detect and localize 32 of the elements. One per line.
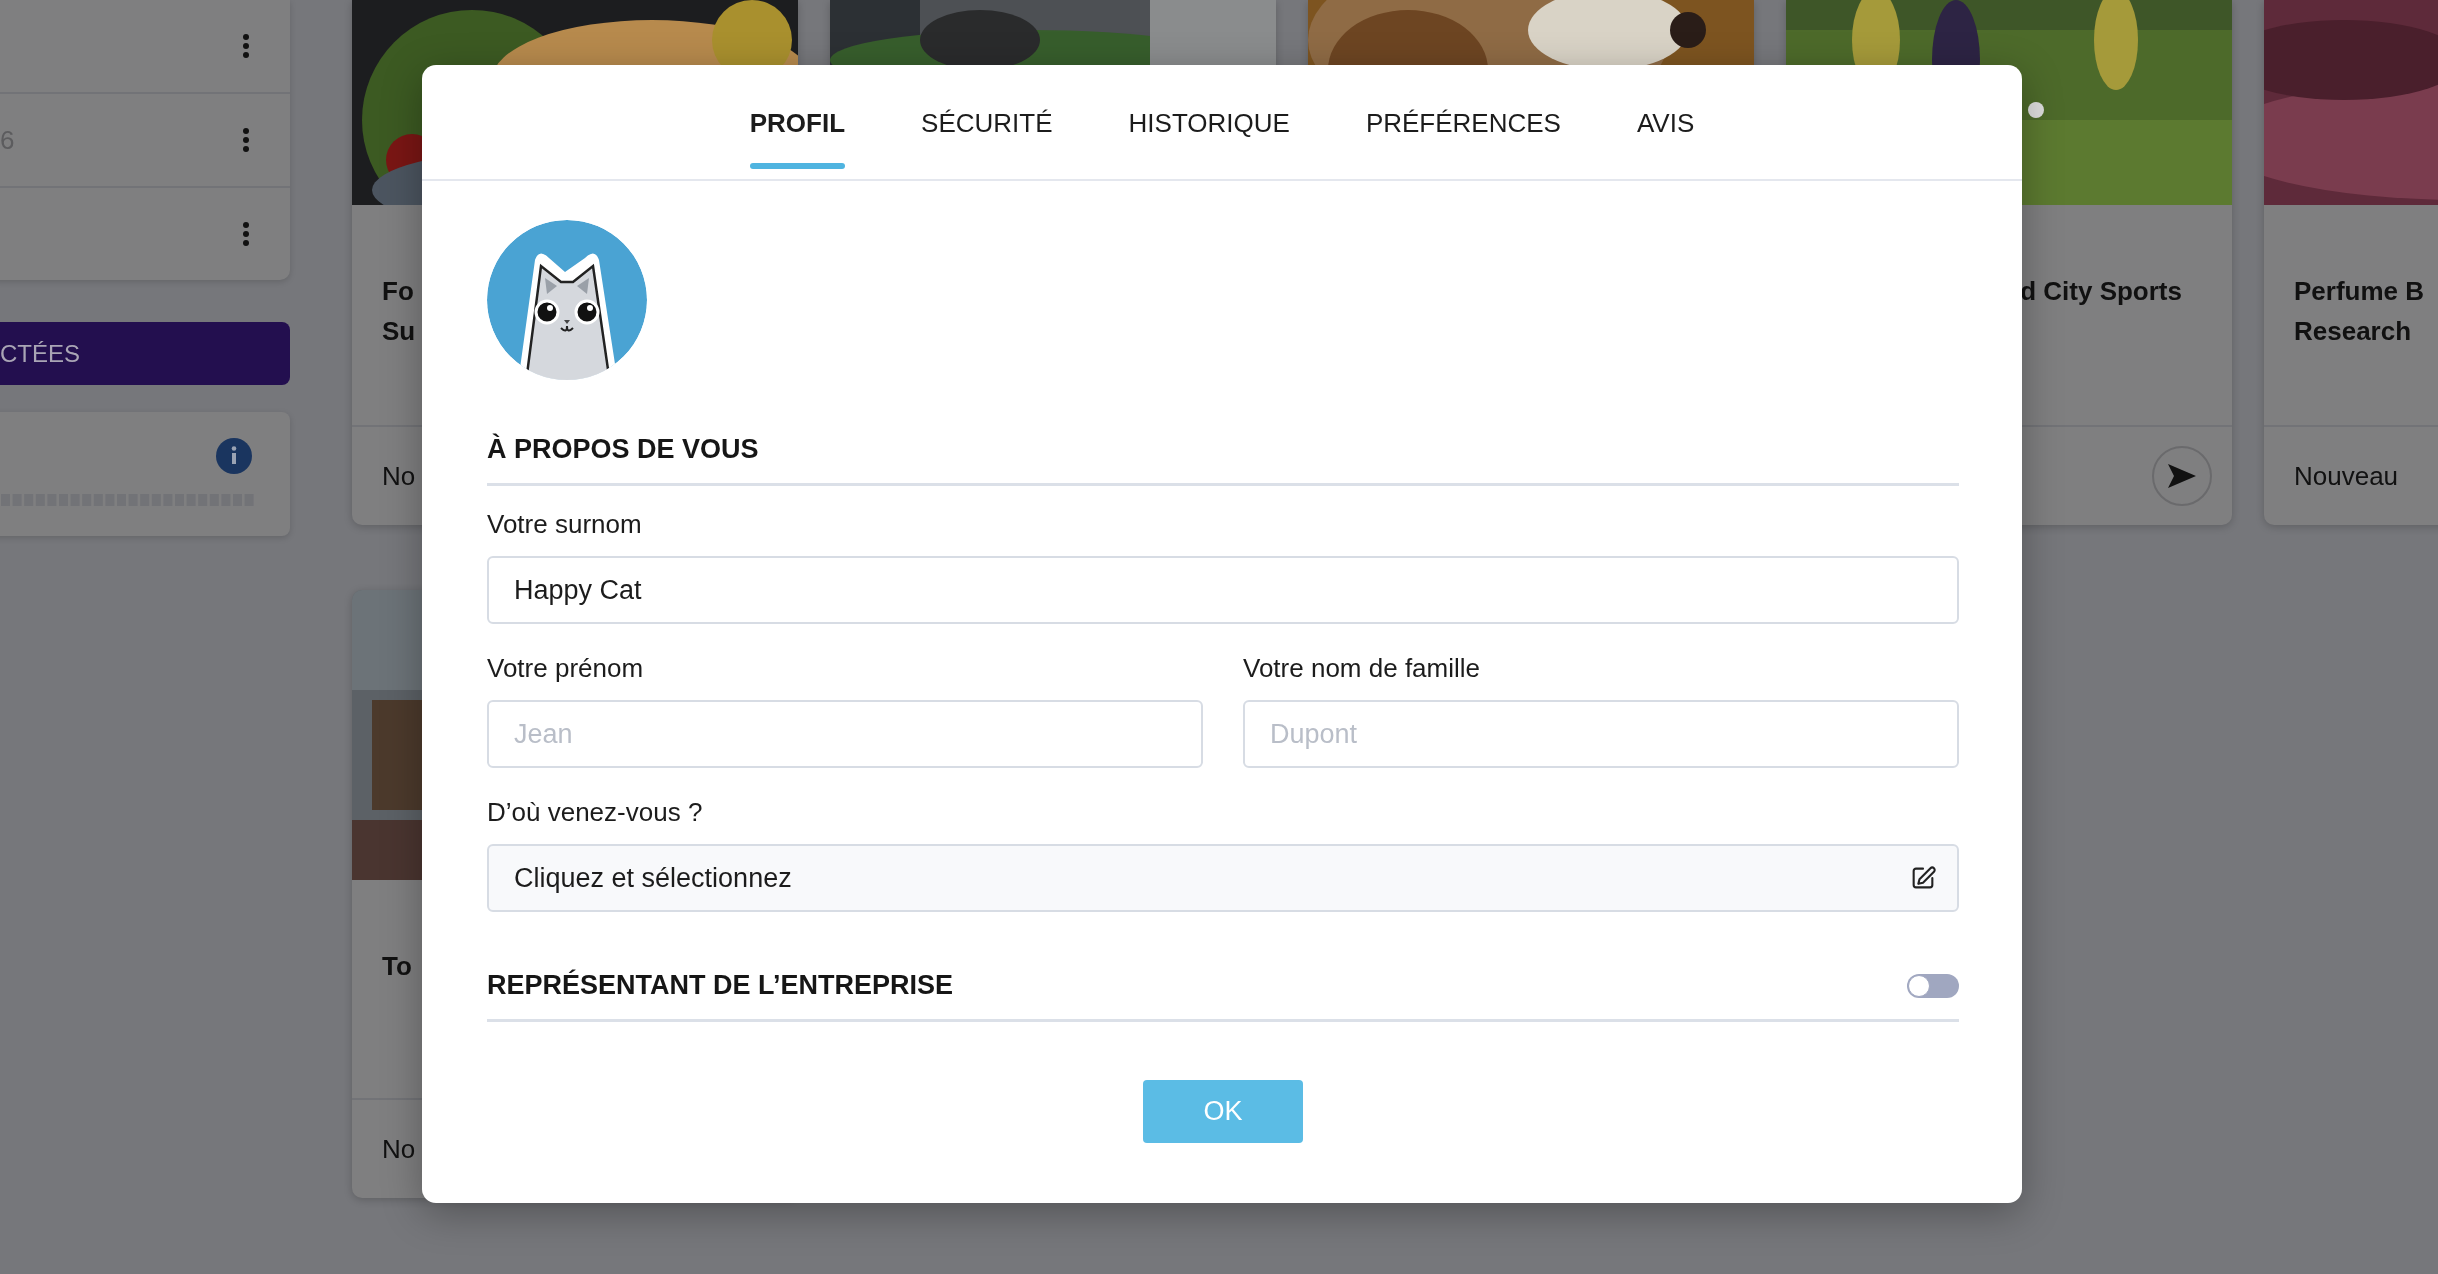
send-icon xyxy=(2167,463,2197,489)
card-title: Perfume B xyxy=(2294,275,2425,308)
field-label: Votre nom de famille xyxy=(1243,652,1481,685)
toggle-label: REPRÉSENTANT DE L’ENTREPRISE xyxy=(487,970,954,1001)
card-status: No xyxy=(382,1133,416,1165)
field-label: Votre surnom xyxy=(487,508,643,541)
tab[interactable]: AVIS xyxy=(1636,65,1695,181)
send-button[interactable] xyxy=(2152,446,2212,506)
card-status: No xyxy=(382,460,416,492)
more-icon[interactable] xyxy=(242,127,250,153)
card-title: Su xyxy=(382,315,416,348)
tab[interactable]: HISTORIQUE xyxy=(1128,65,1290,181)
card-title: Fo xyxy=(382,275,414,308)
select-field[interactable]: Cliquez et sélectionnez xyxy=(487,844,1959,912)
toggle-switch[interactable] xyxy=(1907,973,1959,998)
tab[interactable]: PRÉFÉRENCES xyxy=(1365,65,1561,181)
section-title: À PROPOS DE VOUS xyxy=(487,434,759,465)
card-title: Research xyxy=(2294,315,2412,348)
input-field[interactable]: Dupont xyxy=(1243,700,1959,768)
card-status: Nouveau xyxy=(2294,460,2399,492)
field-label: Votre prénom xyxy=(487,652,645,685)
action-button[interactable]: CTÉES xyxy=(0,322,290,385)
field-label: D’où venez-vous ? xyxy=(487,796,704,829)
tab[interactable]: PROFIL xyxy=(749,65,846,181)
input-field[interactable]: Happy Cat xyxy=(487,556,1959,624)
more-icon[interactable] xyxy=(242,221,250,247)
card-title: To xyxy=(382,950,412,983)
card-title: d City Sports xyxy=(2020,275,2182,308)
tab[interactable]: SÉCURITÉ xyxy=(921,65,1053,181)
input-field[interactable]: Jean xyxy=(487,700,1203,768)
info-icon[interactable] xyxy=(216,438,252,474)
more-icon[interactable] xyxy=(242,33,250,59)
